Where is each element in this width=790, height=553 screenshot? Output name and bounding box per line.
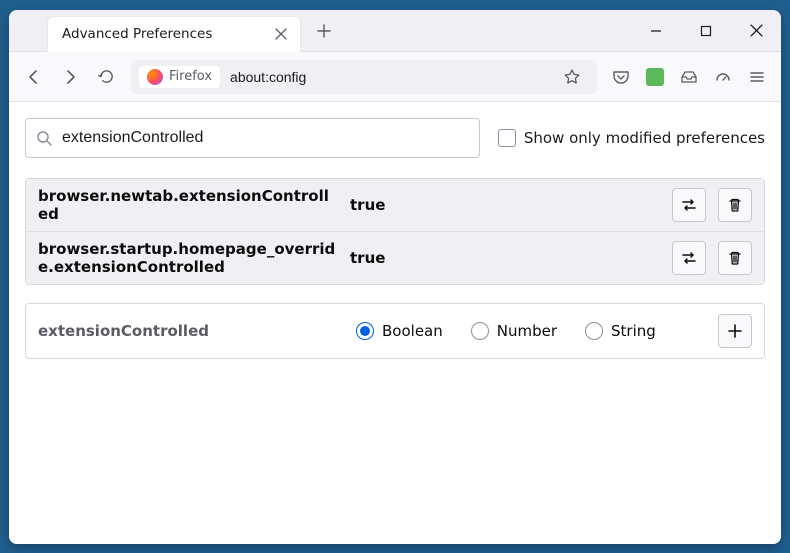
close-tab-button[interactable] [272, 25, 290, 43]
close-window-button[interactable] [731, 10, 781, 52]
identity-box[interactable]: Firefox [139, 66, 220, 88]
preference-row[interactable]: browser.newtab.extensionControlled true [26, 179, 764, 231]
preference-name: browser.startup.homepage_override.extens… [38, 240, 338, 276]
delete-button[interactable] [718, 241, 752, 275]
new-tab-button[interactable] [309, 16, 339, 46]
menu-button[interactable] [741, 61, 773, 93]
add-button[interactable] [718, 314, 752, 348]
radio-label: Number [497, 322, 557, 340]
firefox-logo-icon [147, 69, 163, 85]
search-icon [36, 130, 52, 146]
bookmark-star-icon[interactable] [563, 68, 589, 86]
reload-button[interactable] [89, 60, 123, 94]
preference-value: true [350, 249, 660, 267]
show-modified-checkbox[interactable]: Show only modified preferences [498, 129, 765, 147]
about-config-content: Show only modified preferences browser.n… [9, 102, 781, 544]
maximize-button[interactable] [681, 10, 731, 52]
search-box[interactable] [25, 118, 480, 158]
extension-icon[interactable] [639, 61, 671, 93]
back-button[interactable] [17, 60, 51, 94]
checkbox-label: Show only modified preferences [524, 129, 765, 147]
search-input[interactable] [60, 128, 469, 148]
pocket-icon[interactable] [605, 61, 637, 93]
preference-list: browser.newtab.extensionControlled true … [25, 178, 765, 285]
add-preference-name: extensionControlled [38, 322, 338, 340]
radio-label: String [611, 322, 656, 340]
type-number-radio[interactable]: Number [471, 322, 557, 340]
preference-row[interactable]: browser.startup.homepage_override.extens… [26, 231, 764, 284]
forward-button[interactable] [53, 60, 87, 94]
preference-value: true [350, 196, 660, 214]
inbox-icon[interactable] [673, 61, 705, 93]
preference-name: browser.newtab.extensionControlled [38, 187, 338, 223]
radio-icon [471, 322, 489, 340]
radio-label: Boolean [382, 322, 443, 340]
type-string-radio[interactable]: String [585, 322, 656, 340]
radio-icon [585, 322, 603, 340]
window-controls [631, 10, 781, 52]
dashboard-icon[interactable] [707, 61, 739, 93]
toggle-button[interactable] [672, 241, 706, 275]
type-boolean-radio[interactable]: Boolean [356, 322, 443, 340]
titlebar: Advanced Preferences [9, 10, 781, 52]
checkbox-icon [498, 129, 516, 147]
url-input[interactable] [228, 68, 555, 86]
identity-label: Firefox [169, 69, 212, 84]
delete-button[interactable] [718, 188, 752, 222]
toggle-button[interactable] [672, 188, 706, 222]
radio-icon [356, 322, 374, 340]
tab-active[interactable]: Advanced Preferences [47, 16, 301, 52]
browser-window: Advanced Preferences [9, 10, 781, 544]
tab-title: Advanced Preferences [62, 26, 212, 42]
url-bar[interactable]: Firefox [131, 60, 597, 94]
minimize-button[interactable] [631, 10, 681, 52]
type-radio-group: Boolean Number String [356, 322, 700, 340]
add-preference-row: extensionControlled Boolean Number Strin… [25, 303, 765, 359]
navigation-toolbar: Firefox [9, 52, 781, 102]
